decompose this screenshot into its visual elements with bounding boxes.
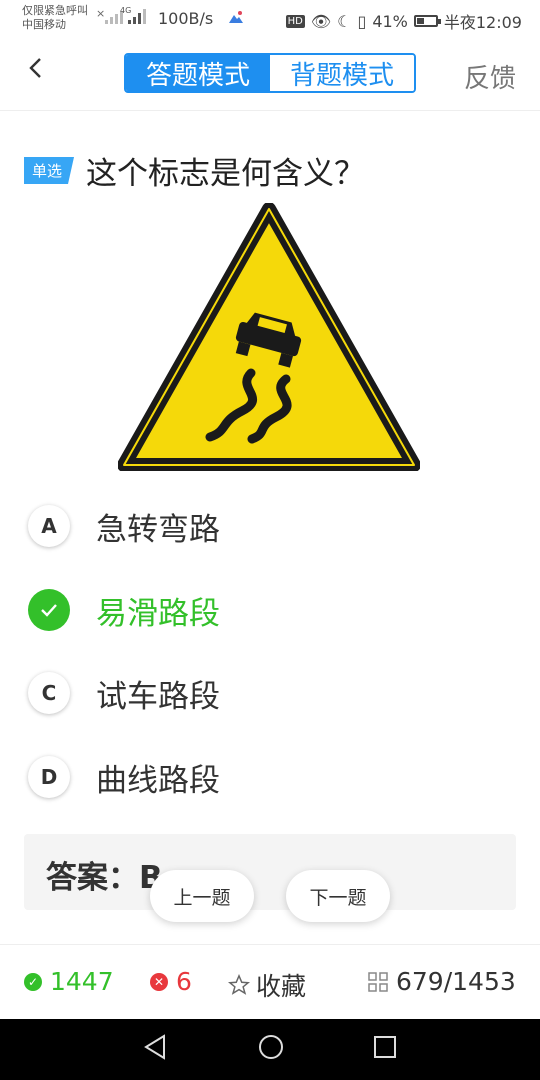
signal-strength-icon: [128, 9, 146, 24]
bottom-stats-bar: ✓ 1447 ✕ 6 收藏 679/1453: [0, 944, 540, 1020]
eye-icon: 👁: [310, 11, 332, 31]
option-label-c: 试车路段: [96, 678, 220, 715]
option-letter-a: A: [28, 505, 70, 547]
option-label-a: 急转弯路: [96, 511, 220, 548]
no-sim-icon: ×: [96, 7, 106, 20]
grid-icon: [368, 971, 388, 992]
carrier-info: 仅限紧急呼叫 中国移动: [22, 4, 88, 31]
tab-memorize-mode[interactable]: 背题模式: [270, 55, 414, 91]
check-circle-icon: ✓: [24, 972, 42, 991]
network-speed: 100B/s: [158, 9, 214, 28]
status-bar: 仅限紧急呼叫 中国移动 × 4G 100B/s HD 👁 ☾ ▯ 41% 半夜1…: [0, 0, 540, 38]
top-bar: 答题模式 背题模式 反馈: [0, 38, 540, 111]
vibrate-icon: ▯: [357, 11, 367, 31]
status-right: HD 👁 ☾ ▯ 41% 半夜12:09: [285, 9, 522, 33]
mode-switch: 答题模式 背题模式: [124, 53, 416, 93]
option-a[interactable]: A 急转弯路: [28, 501, 488, 551]
x-circle-icon: ✕: [150, 972, 168, 991]
question-text: 这个标志是何含义？: [86, 156, 366, 192]
clock: 半夜12:09: [443, 13, 522, 32]
wrong-count[interactable]: ✕ 6: [150, 967, 192, 996]
battery-icon: [413, 15, 441, 27]
slippery-road-sign-image: [118, 203, 420, 471]
option-c[interactable]: C 试车路段: [28, 668, 488, 718]
nav-back-icon[interactable]: [142, 1033, 168, 1061]
question-header: 单选 这个标志是何含义？: [24, 148, 365, 193]
next-question-button[interactable]: 下一题: [286, 870, 390, 922]
nav-home-icon[interactable]: [257, 1033, 285, 1061]
option-letter-c: C: [28, 672, 70, 714]
question-type-badge: 单选: [24, 157, 75, 184]
moon-icon: ☾: [337, 11, 352, 31]
back-button[interactable]: [28, 56, 44, 87]
gallery-notification-icon: [229, 11, 243, 23]
answer-box: 答案：B: [24, 834, 516, 910]
option-d[interactable]: D 曲线路段: [28, 752, 488, 802]
favorite-button[interactable]: 收藏: [228, 967, 306, 1003]
option-b[interactable]: 易滑路段: [28, 585, 488, 635]
question-progress[interactable]: 679/1453: [368, 967, 516, 996]
nav-recents-icon[interactable]: [372, 1033, 398, 1061]
option-label-b: 易滑路段: [96, 595, 220, 632]
answer-text: 答案：B: [46, 860, 163, 896]
correct-count[interactable]: ✓ 1447: [24, 967, 114, 996]
option-label-d: 曲线路段: [96, 762, 220, 799]
feedback-button[interactable]: 反馈: [464, 58, 516, 95]
prev-question-button[interactable]: 上一题: [150, 870, 254, 922]
check-icon: [28, 589, 70, 631]
option-letter-d: D: [28, 756, 70, 798]
battery-percent: 41%: [372, 11, 408, 31]
tab-answer-mode[interactable]: 答题模式: [126, 55, 270, 91]
chevron-left-icon: [29, 58, 41, 78]
system-nav-bar: [0, 1019, 540, 1080]
hd-icon: HD: [285, 14, 305, 28]
star-icon: [228, 974, 250, 995]
